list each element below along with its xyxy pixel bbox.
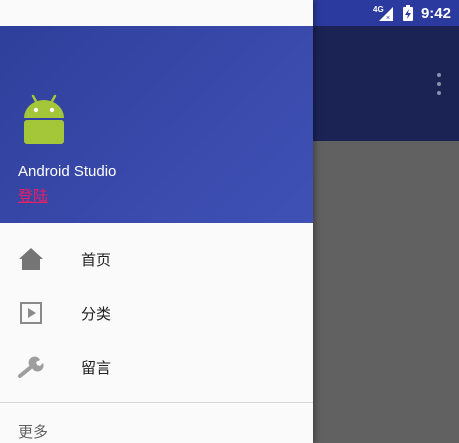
drawer-header-title: Android Studio (18, 163, 117, 180)
wrench-icon (18, 355, 44, 379)
battery-charging-icon (402, 5, 413, 21)
play-box-icon (18, 301, 44, 325)
status-icons: 4G × 9:42 (373, 0, 451, 26)
home-icon (18, 247, 44, 271)
drawer-menu: 首页 分类 留言 (0, 232, 313, 394)
drawer-header: Android Studio 登陆 (0, 26, 313, 223)
svg-text:4G: 4G (373, 5, 384, 14)
login-link[interactable]: 登陆 (18, 185, 48, 206)
status-time: 9:42 (420, 4, 451, 22)
more-section-label: 更多 (18, 423, 49, 441)
signal-4g-icon: 4G × (373, 5, 395, 21)
overflow-menu-icon[interactable] (435, 73, 443, 95)
android-logo (20, 92, 68, 144)
menu-item-message[interactable]: 留言 (0, 340, 313, 394)
svg-text:×: × (386, 15, 390, 21)
navigation-drawer: Android Studio 登陆 首页 分类 留言 更多 (0, 0, 313, 443)
menu-item-label: 分类 (81, 304, 112, 323)
menu-divider (0, 402, 313, 403)
menu-item-label: 留言 (81, 358, 112, 377)
menu-item-category[interactable]: 分类 (0, 286, 313, 340)
menu-item-home[interactable]: 首页 (0, 232, 313, 286)
menu-item-label: 首页 (81, 250, 112, 269)
